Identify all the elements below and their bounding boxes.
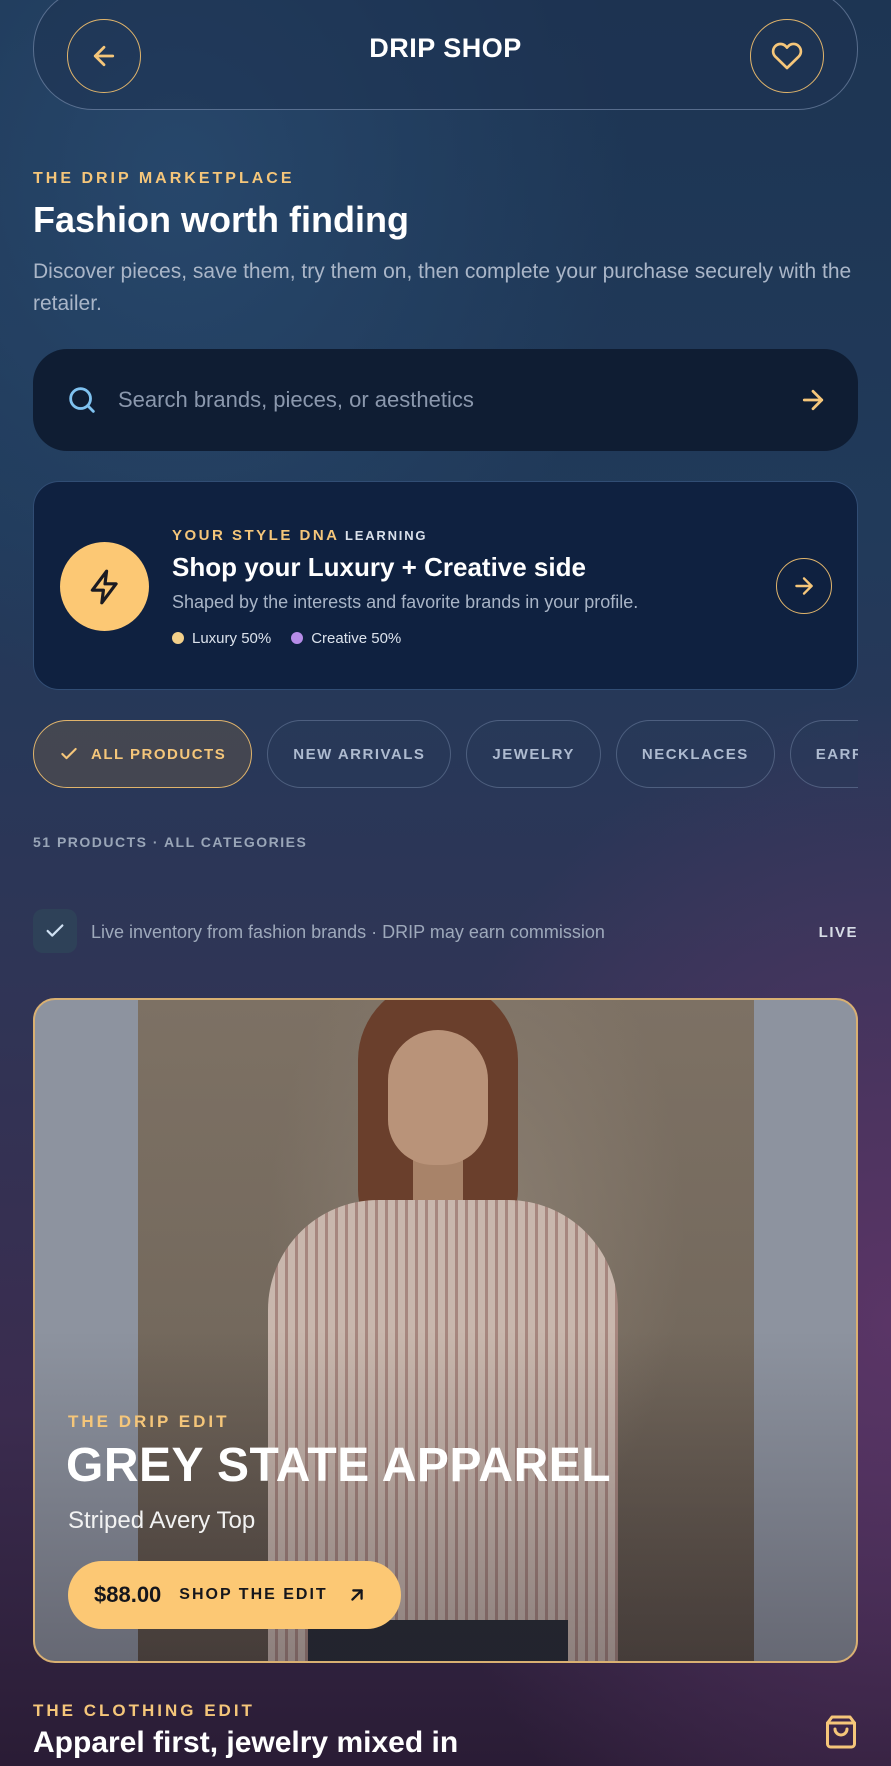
clothing-edit-title: Apparel first, jewelry mixed in [33,1726,459,1759]
shop-the-edit-button[interactable]: $88.00 SHOP THE EDIT [68,1561,401,1629]
style-dna-headline: Shop your Luxury + Creative side [172,552,586,582]
inventory-notice: Live inventory from fashion brands · DRI… [33,909,858,955]
featured-product-name: Striped Avery Top [68,1507,256,1534]
marketplace-eyebrow: THE DRIP MARKETPLACE [33,170,295,187]
search-icon [69,387,95,413]
hero-heading: Fashion worth finding [33,199,409,240]
intro-description: Discover pieces, save them, try them on,… [33,260,852,315]
style-dna-next-button[interactable] [776,558,832,614]
trait-creative: Creative 50% [291,630,401,647]
learning-badge: LEARNING [345,528,428,543]
verified-check-icon [33,909,77,953]
chip-new-arrivals[interactable]: NEW ARRIVALS [267,720,452,788]
featured-eyebrow: THE DRIP EDIT [68,1412,230,1431]
search-input[interactable]: Search brands, pieces, or aesthetics [118,387,474,413]
style-dna-subtitle: Shaped by the interests and favorite bra… [172,592,639,612]
heart-icon [771,42,803,70]
style-dna-card[interactable]: YOUR STYLE DNA LEARNING Shop your Luxury… [33,481,858,690]
favorites-button[interactable] [750,19,824,93]
shopping-bag-icon[interactable] [823,1713,859,1751]
featured-brand: GREY STATE APPAREL [66,1439,612,1492]
cta-label: SHOP THE EDIT [179,1586,328,1603]
arrow-up-right-icon [350,1589,363,1601]
lightning-icon [60,542,149,631]
chip-all-products[interactable]: ALL PRODUCTS [33,720,253,788]
page-title: DRIP SHOP [369,33,522,63]
style-dna-label: YOUR STYLE DNA [172,527,340,544]
trait-luxury: Luxury 50% [172,630,271,647]
inventory-text: Live inventory from fashion brands · DRI… [91,922,605,942]
check-icon [61,747,77,760]
chip-earrings[interactable]: EARRINGS [789,720,858,788]
top-app-bar: DRIP SHOP [33,0,858,110]
product-count: 51 PRODUCTS · ALL CATEGORIES [33,834,308,850]
clothing-edit-eyebrow: THE CLOTHING EDIT [33,1701,255,1720]
arrow-right-icon [795,577,813,595]
filter-chips: ALL PRODUCTS NEW ARRIVALS JEWELRY NECKLA… [33,720,858,788]
arrow-right-icon[interactable] [798,385,828,415]
search-bar[interactable]: Search brands, pieces, or aesthetics [33,349,858,451]
featured-price: $88.00 [94,1582,162,1607]
chip-jewelry[interactable]: JEWELRY [466,720,601,788]
style-traits: Luxury 50% Creative 50% [172,630,401,647]
chip-necklaces[interactable]: NECKLACES [615,720,775,788]
featured-product-card[interactable]: THE DRIP EDIT GREY STATE APPAREL Striped… [33,998,858,1663]
live-status: LIVE [818,924,858,941]
